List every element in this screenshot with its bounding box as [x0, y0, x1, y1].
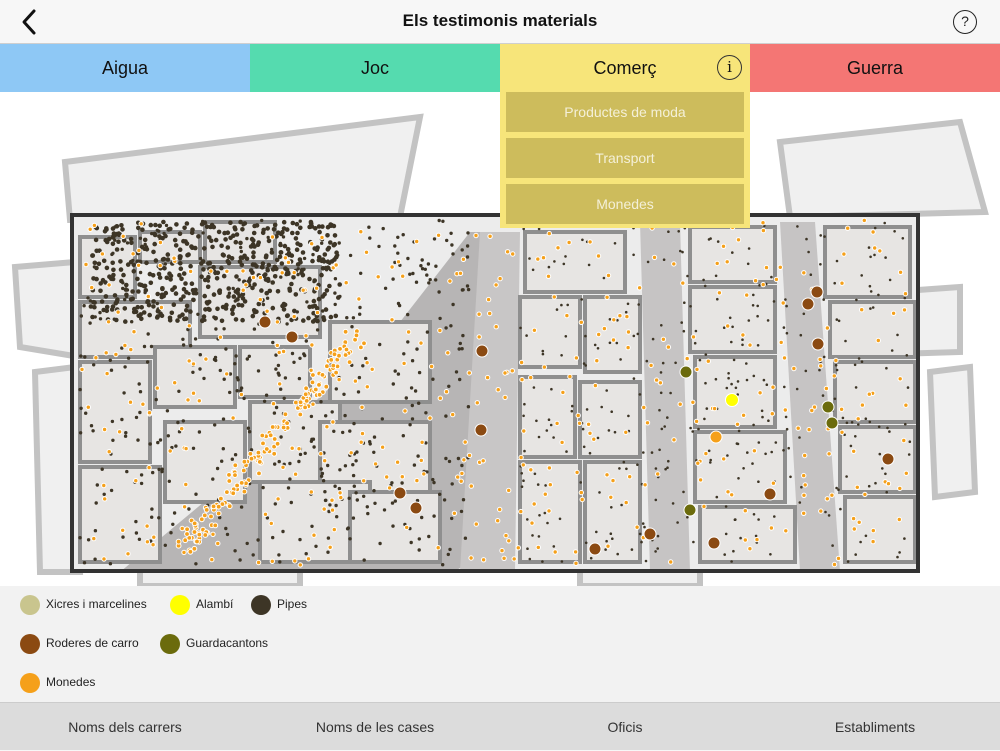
legend-item[interactable]: Guardacantons	[160, 632, 268, 654]
legend-item[interactable]: Pipes	[251, 593, 307, 615]
tab-label: Comerç	[593, 58, 657, 78]
noms-dels-carrers-button[interactable]: Noms dels carrers	[0, 703, 250, 751]
tab-aigua[interactable]: Aigua	[0, 44, 250, 92]
dropdown-item-productes-de-moda[interactable]: Productes de moda	[506, 92, 744, 132]
tab-label: Aigua	[101, 58, 149, 78]
legend-item[interactable]: Roderes de carro	[20, 632, 139, 654]
dropdown-item-monedes[interactable]: Monedes	[506, 184, 744, 224]
oficis-button[interactable]: Oficis	[500, 703, 750, 751]
info-icon[interactable]: i	[717, 55, 742, 80]
noms-de-les-cases-button[interactable]: Noms de les cases	[250, 703, 500, 751]
establiments-button[interactable]: Establiments	[750, 703, 1000, 751]
legend-label: Pipes	[277, 597, 308, 611]
comerc-dropdown: Productes de moda Transport Monedes	[500, 92, 750, 228]
legend-swatch	[170, 594, 190, 615]
legend-swatch	[251, 594, 271, 615]
legend-swatch	[20, 672, 40, 693]
legend-swatch	[160, 633, 180, 654]
help-button[interactable]: ?	[953, 10, 977, 34]
dropdown-item-transport[interactable]: Transport	[506, 138, 744, 178]
navigation-bar: Els testimonis materials ?	[0, 0, 1000, 44]
legend-label: Alambí	[196, 597, 234, 611]
map-legend: Xicres i marcelines Alambí Pipes Roderes…	[0, 586, 1000, 702]
legend-label: Guardacantons	[186, 636, 269, 650]
tab-comerc[interactable]: Comerç i	[500, 44, 750, 92]
tab-joc[interactable]: Joc	[250, 44, 500, 92]
category-tabs: Aigua Joc Comerç i Guerra	[0, 44, 1000, 92]
page-title: Els testimonis materials	[402, 11, 598, 30]
legend-item[interactable]: Monedes	[20, 671, 95, 693]
legend-swatch	[20, 594, 40, 615]
bottom-toolbar: Noms dels carrers Noms de les cases Ofic…	[0, 702, 1000, 750]
legend-label: Roderes de carro	[46, 636, 139, 650]
legend-label: Monedes	[46, 675, 96, 689]
tab-label: Guerra	[846, 58, 904, 78]
legend-swatch	[20, 633, 40, 654]
legend-item[interactable]: Alambí	[170, 593, 233, 615]
legend-item[interactable]: Xicres i marcelines	[20, 593, 147, 615]
tab-label: Joc	[360, 58, 389, 78]
legend-label: Xicres i marcelines	[46, 597, 147, 611]
tab-guerra[interactable]: Guerra	[750, 44, 1000, 92]
